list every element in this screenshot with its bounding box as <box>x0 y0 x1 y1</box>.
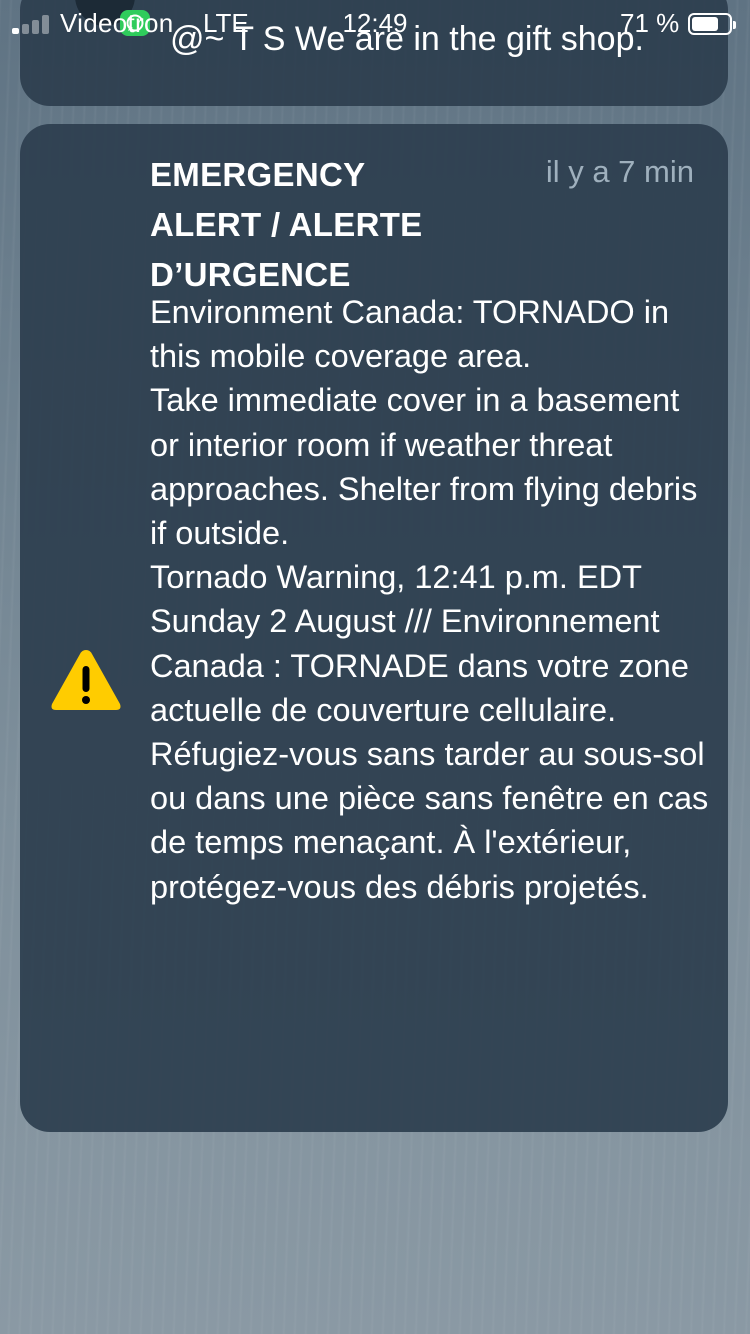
emergency-alert-notification[interactable]: EMERGENCY ALERT / ALERTE D’URGENCE il y … <box>20 124 728 1132</box>
alert-body-paragraph: Take immediate cover in a basement or in… <box>150 382 698 552</box>
alert-body-paragraph: Tornado Warning, 12:41 p.m. EDT Sunday 2… <box>150 559 709 905</box>
alert-title: EMERGENCY ALERT / ALERTE D’URGENCE <box>150 156 423 293</box>
battery-cap <box>733 21 736 29</box>
status-bar: Videotron LTE 12:49 71 % <box>0 0 750 48</box>
alert-timestamp: il y a 7 min <box>545 154 694 189</box>
battery-percent: 71 % <box>620 8 680 38</box>
alert-body-paragraph: Environment Canada: TORNADO in this mobi… <box>150 294 670 375</box>
battery-icon <box>688 13 736 35</box>
alert-body: Environment Canada: TORNADO in this mobi… <box>150 290 710 909</box>
battery-fill <box>692 17 718 31</box>
warning-triangle-icon <box>48 646 124 714</box>
